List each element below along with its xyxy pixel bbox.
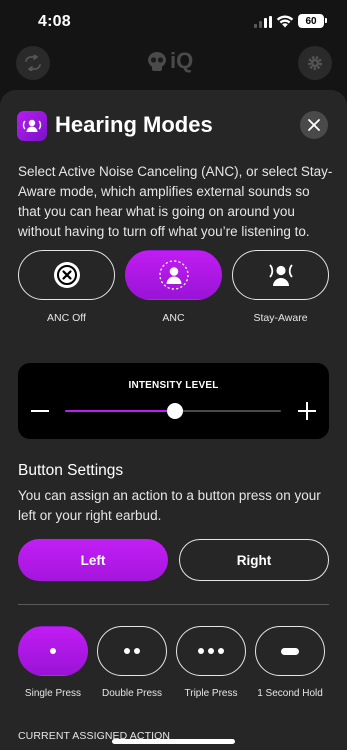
cellular-signal-icon bbox=[254, 16, 272, 28]
one-second-hold-button[interactable] bbox=[255, 626, 325, 676]
stay-aware-button[interactable] bbox=[232, 250, 329, 300]
hearing-modes-description: Select Active Noise Canceling (ANC), or … bbox=[18, 164, 333, 239]
single-press-icon bbox=[50, 648, 56, 654]
single-press-label: Single Press bbox=[24, 688, 82, 699]
one-second-hold-label: 1 Second Hold bbox=[257, 688, 323, 699]
battery-level: 60 bbox=[305, 15, 317, 27]
status-time: 4:08 bbox=[38, 13, 71, 30]
anc-label: ANC bbox=[162, 312, 185, 324]
sheet-title: Hearing Modes bbox=[55, 112, 213, 137]
screen: 4:08 60 iQ Hearing Modes Select Active N… bbox=[0, 0, 347, 750]
button-settings-description: You can assign an action to a button pre… bbox=[18, 488, 321, 523]
wifi-icon bbox=[276, 15, 294, 28]
intensity-slider-fill bbox=[65, 410, 176, 412]
left-earbud-button[interactable]: Left bbox=[18, 539, 168, 581]
hearing-modes-icon bbox=[17, 111, 47, 141]
triple-press-icon bbox=[198, 648, 224, 654]
hearing-mode-selector bbox=[18, 250, 329, 300]
intensity-slider-thumb[interactable] bbox=[167, 403, 184, 419]
home-indicator[interactable] bbox=[112, 739, 235, 744]
stay-aware-label: Stay-Aware bbox=[253, 312, 308, 324]
double-press-icon bbox=[124, 648, 140, 654]
divider bbox=[18, 604, 329, 605]
right-earbud-button[interactable]: Right bbox=[179, 539, 329, 581]
increase-intensity-button[interactable] bbox=[298, 402, 316, 420]
battery-icon: 60 bbox=[298, 14, 327, 28]
close-button[interactable] bbox=[300, 111, 328, 139]
skullcandy-logo: iQ bbox=[145, 48, 205, 76]
brand-logo-text: iQ bbox=[170, 48, 194, 73]
anc-button[interactable] bbox=[125, 250, 222, 300]
double-press-label: Double Press bbox=[101, 688, 163, 699]
stay-aware-icon bbox=[268, 264, 293, 286]
hearing-modes-sheet: Hearing Modes Select Active Noise Cancel… bbox=[0, 90, 347, 750]
button-settings-title: Button Settings bbox=[18, 462, 124, 479]
intensity-panel: INTENSITY LEVEL bbox=[18, 363, 329, 439]
double-press-button[interactable] bbox=[97, 626, 167, 676]
anc-icon bbox=[158, 260, 189, 290]
triple-press-label: Triple Press bbox=[184, 688, 238, 699]
settings-button[interactable] bbox=[298, 46, 332, 80]
anc-off-label: ANC Off bbox=[47, 312, 86, 324]
sync-button[interactable] bbox=[16, 46, 50, 80]
skull-logo-icon bbox=[148, 52, 166, 71]
status-bar: 4:08 60 bbox=[0, 0, 347, 44]
close-icon bbox=[308, 119, 320, 131]
intensity-slider[interactable] bbox=[65, 403, 281, 419]
sync-icon bbox=[25, 55, 41, 71]
triple-press-button[interactable] bbox=[176, 626, 246, 676]
hold-icon bbox=[281, 647, 299, 655]
app-header: iQ bbox=[0, 44, 347, 80]
anc-off-icon bbox=[53, 262, 80, 288]
single-press-button[interactable] bbox=[18, 626, 88, 676]
decrease-intensity-button[interactable] bbox=[31, 410, 49, 412]
gear-icon bbox=[308, 56, 322, 70]
intensity-title: INTENSITY LEVEL bbox=[128, 380, 219, 391]
anc-off-button[interactable] bbox=[18, 250, 115, 300]
